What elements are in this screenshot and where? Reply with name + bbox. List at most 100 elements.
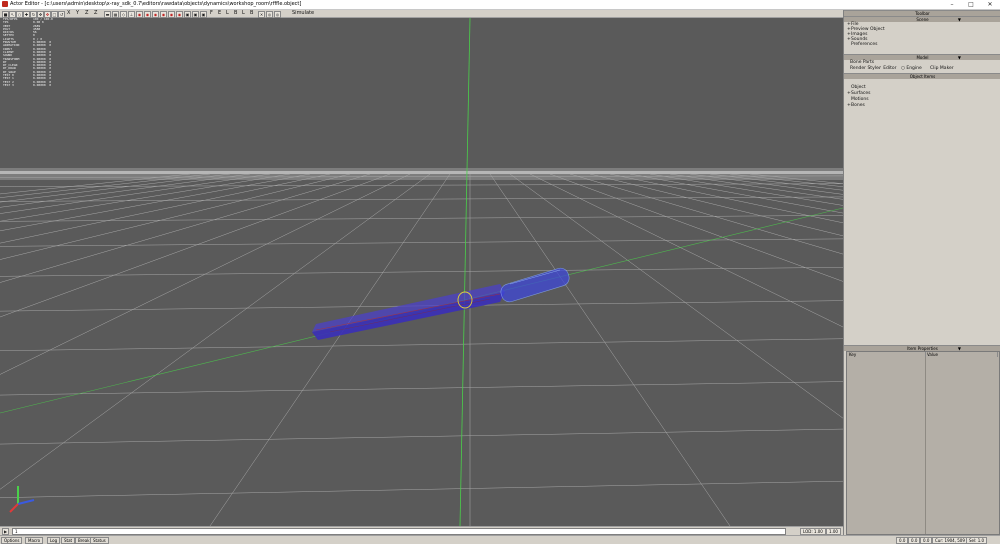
command-bar: ▶ 1 LOD: 1.00 1.00	[0, 526, 843, 535]
right-panel: Toolbar Scene ▼ +File +Preview Object +Im…	[843, 10, 1000, 535]
render-style-label: Render Style:	[850, 66, 881, 71]
object-snap-icon[interactable]: ◇	[120, 11, 127, 18]
title-bar: Actor Editor - [c:\users\admin\desktop\x…	[0, 0, 1000, 10]
grid-line	[0, 238, 843, 247]
snap-red-5-icon[interactable]: ◉	[168, 11, 175, 18]
grid-line	[0, 381, 843, 396]
snap-red-3-icon[interactable]: ◉	[152, 11, 159, 18]
grid-line	[0, 196, 843, 202]
view-b2-button[interactable]: B	[250, 10, 253, 17]
view-front-icon[interactable]: ▣	[192, 11, 199, 18]
grid-line	[569, 173, 843, 255]
camera-icon[interactable]: ▣	[184, 11, 191, 18]
model-collapse-icon[interactable]: ▼	[958, 55, 961, 60]
open-icon[interactable]: ■	[2, 11, 9, 18]
grid-line	[0, 215, 843, 222]
move-icon[interactable]: ✥	[37, 11, 44, 18]
view-e-button[interactable]: E	[218, 10, 221, 17]
scene-header[interactable]: Scene ▼	[844, 16, 1000, 22]
viewport-3d[interactable]: FPS/RFPS 100 / 100.0 TPS 0.00 K VERT 2689 POLY…	[0, 18, 843, 526]
snap-red-4-icon[interactable]: ◉	[160, 11, 167, 18]
render-engine-radio[interactable]: ○ Engine	[901, 66, 922, 71]
grid-line	[529, 173, 843, 328]
stat-row: TEST 3 0.00000 0	[3, 82, 53, 87]
axis-indicator	[9, 486, 35, 513]
grid-line	[609, 173, 843, 224]
command-input[interactable]: 1	[12, 528, 786, 535]
csys-icon[interactable]: ▬	[104, 11, 111, 18]
scene-svg	[0, 18, 843, 526]
stat-key: TEST 3	[3, 82, 14, 87]
command-run-icon[interactable]: ▶	[2, 528, 9, 535]
grid-line	[0, 173, 231, 203]
maximize-button[interactable]: □	[963, 0, 979, 9]
zoom-icon[interactable]: ○	[16, 11, 23, 18]
grid-line	[0, 480, 843, 498]
object-items-header[interactable]: Object Items	[844, 73, 1000, 79]
lod-field: LOD: 1.00	[800, 528, 826, 535]
simulate-button[interactable]: Simulate	[292, 10, 314, 17]
select-icon[interactable]: ↖	[9, 11, 16, 18]
object-item-motions[interactable]: Motions	[847, 97, 869, 102]
rifle-object[interactable]	[312, 266, 571, 340]
grid-line	[669, 173, 843, 200]
axis-z-button[interactable]: Z	[85, 10, 88, 17]
view-top-icon[interactable]: ▣	[200, 11, 207, 18]
grid-line	[649, 173, 843, 206]
ground-grid	[0, 173, 843, 526]
grid-line	[549, 173, 843, 282]
grid-line	[0, 428, 843, 445]
move-red-icon[interactable]: ✥	[44, 11, 51, 18]
grid-line	[729, 173, 843, 188]
grid-line	[0, 173, 211, 198]
prop-col-key: Key	[847, 352, 926, 357]
normal-align-icon[interactable]: ⊥	[128, 11, 135, 18]
view-l-button[interactable]: L	[226, 10, 229, 17]
snap-red-2-icon[interactable]: ◉	[144, 11, 151, 18]
scene-item-preferences[interactable]: Preferences	[847, 42, 877, 47]
render-editor-radio[interactable]: ✓ Editor	[878, 66, 897, 71]
app-icon	[2, 1, 8, 7]
render-stats: FPS/RFPS 100 / 100.0 TPS 0.00 K VERT 2689 POLY…	[3, 18, 53, 87]
grid-line	[589, 173, 843, 237]
object-item-bones[interactable]: +Bones	[847, 103, 865, 108]
rotate-icon[interactable]: ↻	[30, 11, 37, 18]
minimize-button[interactable]: –	[944, 0, 960, 9]
view-l2-button[interactable]: L	[242, 10, 245, 17]
axis-y-line	[459, 18, 471, 526]
grid-line	[0, 183, 843, 187]
snap-red-6-icon[interactable]: ◉	[176, 11, 183, 18]
horizon-line	[0, 171, 843, 174]
pan-icon[interactable]: ✚	[23, 11, 30, 18]
main-toolbar: ■ ↖ ○ ✚ ↻ ✥ ✥ □ ↺ X Y Z Z ▬ ▦ ◇ ⊥ ◉ ◉ ◉ …	[0, 10, 843, 18]
camera-ortho-icon[interactable]: ◎	[274, 11, 281, 18]
view-b-button[interactable]: B	[234, 10, 237, 17]
grid-line	[0, 338, 843, 351]
view-f-button[interactable]: F	[210, 10, 213, 17]
close-button[interactable]: ✕	[982, 0, 998, 9]
prop-col-value: Value	[925, 352, 998, 357]
bone-parts-button[interactable]: Bone Parts	[850, 60, 874, 65]
axis-zz-button[interactable]: Z	[94, 10, 97, 17]
axis-y-button[interactable]: Y	[76, 10, 79, 17]
grid-line	[709, 173, 843, 191]
scene-collapse-icon[interactable]: ▼	[958, 17, 961, 22]
object-item-surfaces[interactable]: +Surfaces	[847, 91, 871, 96]
object-item-object[interactable]: Object	[847, 85, 866, 90]
grid-line	[0, 267, 843, 277]
grid-line	[749, 173, 843, 184]
clip-maker-button[interactable]: Clip Maker	[930, 66, 954, 71]
axis-x-button[interactable]: X	[67, 10, 70, 17]
prop-divider	[925, 357, 926, 534]
snap-red-1-icon[interactable]: ◉	[136, 11, 143, 18]
scale-icon[interactable]: □	[51, 11, 58, 18]
rotate-tool-icon[interactable]: ↺	[58, 11, 65, 18]
stat-value: 0.00000 0	[33, 82, 52, 87]
window-title: Actor Editor - [c:\users\admin\desktop\x…	[10, 1, 302, 7]
grid-line	[629, 173, 843, 214]
grid-snap-icon[interactable]: ▦	[112, 11, 119, 18]
properties-table[interactable]: Key Value	[846, 351, 1000, 535]
zoom-field: 1.00	[826, 528, 841, 535]
close-view-icon[interactable]: ✕	[258, 11, 265, 18]
camera-persp-icon[interactable]: ◎	[266, 11, 273, 18]
